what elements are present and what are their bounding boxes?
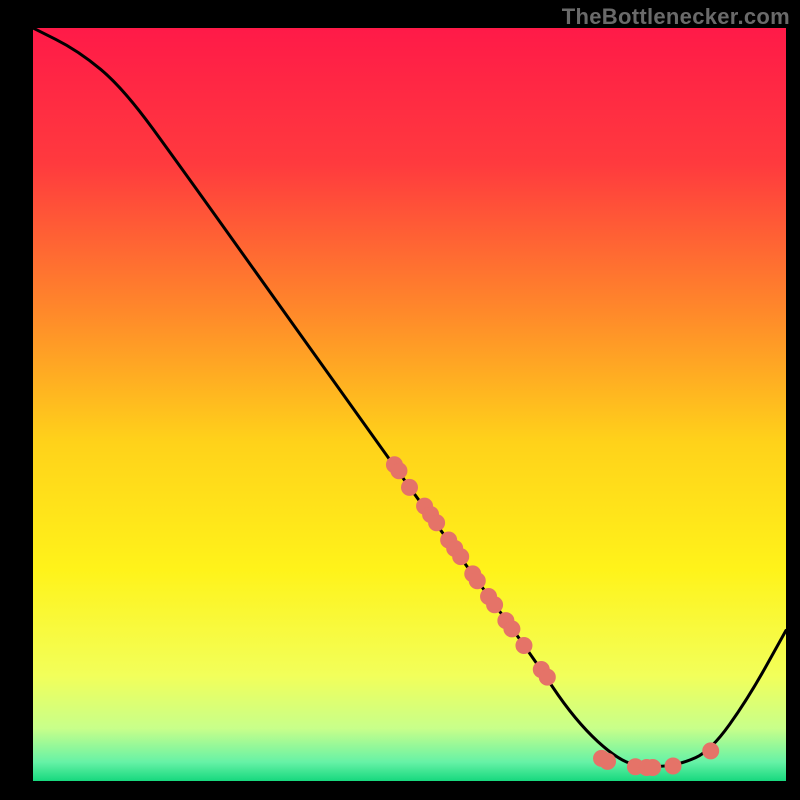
data-marker	[429, 515, 445, 531]
data-marker	[402, 479, 418, 495]
data-marker	[516, 637, 532, 653]
data-marker	[539, 669, 555, 685]
chart-background	[33, 28, 786, 781]
chart-container: TheBottlenecker.com	[0, 0, 800, 800]
bottleneck-curve-chart	[0, 0, 800, 800]
data-marker	[469, 573, 485, 589]
data-marker	[391, 463, 407, 479]
watermark-label: TheBottlenecker.com	[562, 4, 790, 30]
data-marker	[703, 743, 719, 759]
data-marker	[600, 753, 616, 769]
data-marker	[487, 597, 503, 613]
data-marker	[453, 549, 469, 565]
data-marker	[504, 621, 520, 637]
data-marker	[645, 759, 661, 775]
data-marker	[665, 758, 681, 774]
